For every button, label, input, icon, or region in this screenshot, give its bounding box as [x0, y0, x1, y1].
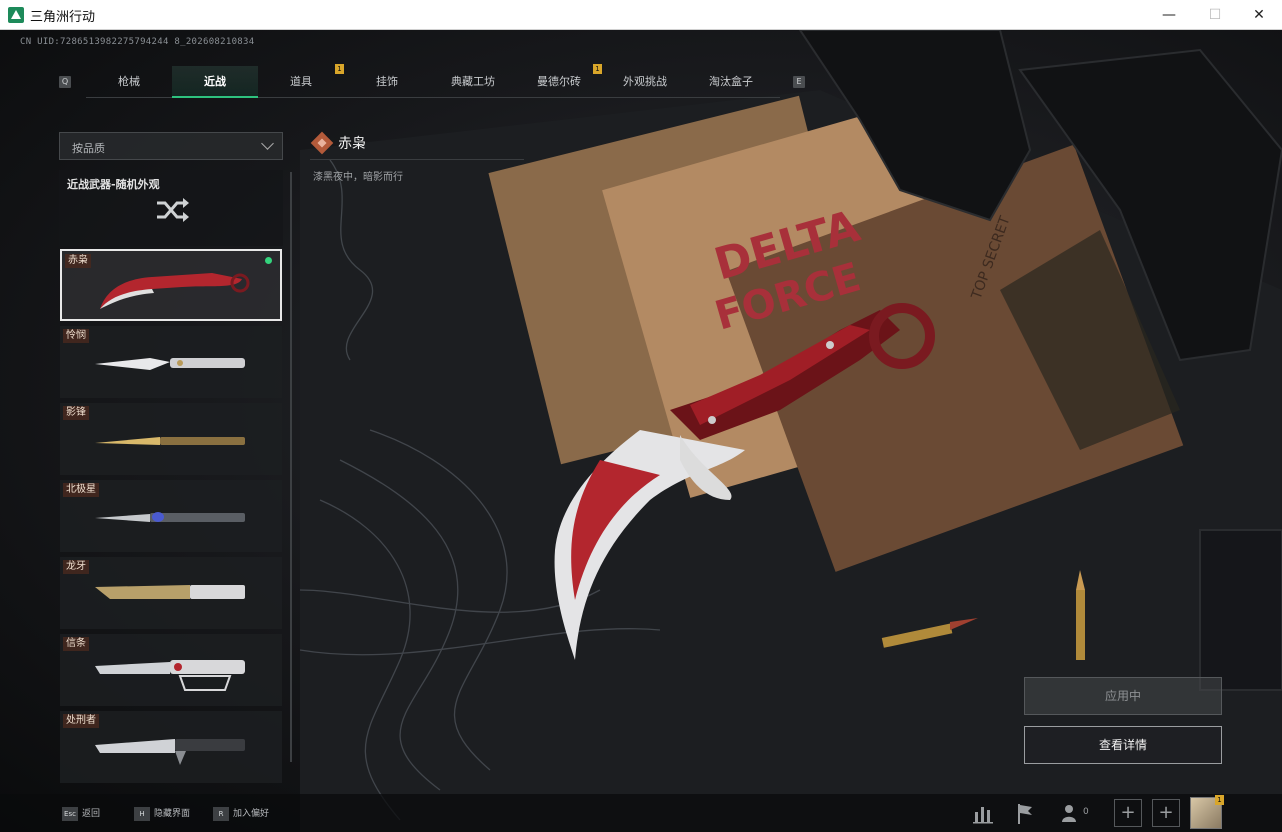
item-name-tag: 怜悯: [63, 329, 89, 343]
stats-icon[interactable]: [968, 798, 998, 828]
window-title: 三角洲行动: [30, 10, 96, 25]
list-item[interactable]: 信条: [60, 634, 282, 706]
knife-thumbnail: [95, 512, 245, 522]
r-key: R: [213, 806, 229, 821]
rarity-icon: [310, 131, 334, 155]
bottom-bar: Esc 返回 H 隐藏界面 R 加入偏好 0 + + 1: [0, 794, 1282, 832]
h-key: H: [134, 806, 150, 821]
friends-count: 0: [1083, 807, 1089, 817]
chevron-down-icon: [261, 137, 274, 150]
back-hint[interactable]: Esc 返回: [62, 806, 100, 822]
sort-label: 按品质: [72, 142, 105, 155]
add-favorite-label: 加入偏好: [233, 809, 270, 819]
knife-thumbnail: [95, 585, 245, 599]
maximize-button[interactable]: ☐: [1192, 0, 1238, 30]
tab-guns[interactable]: 枪械: [86, 66, 172, 98]
knife-thumbnail: [95, 358, 245, 370]
window-titlebar: 三角洲行动 — ☐ ✕: [0, 0, 1282, 30]
tab-next-key[interactable]: E: [793, 76, 805, 88]
view-details-button[interactable]: 查看详情: [1024, 726, 1222, 764]
uid-label: CN UID:7286513982275794244 8_20260821083…: [20, 37, 255, 47]
item-name-tag: 信条: [63, 637, 89, 651]
tab-charms[interactable]: 挂饰: [344, 66, 430, 98]
knife-thumbnail: [95, 437, 245, 445]
equipped-indicator: [265, 257, 272, 264]
sort-dropdown[interactable]: 按品质: [59, 132, 283, 160]
tab-melee[interactable]: 近战: [172, 66, 258, 98]
friends-icon[interactable]: [1056, 798, 1086, 828]
add-favorite-hint[interactable]: R 加入偏好: [213, 806, 269, 822]
hide-ui-hint[interactable]: H 隐藏界面: [134, 806, 190, 822]
item-name-tag: 影锋: [63, 406, 89, 420]
list-item[interactable]: 处刑者: [60, 711, 282, 783]
esc-key: Esc: [62, 806, 78, 821]
shuffle-icon: [157, 198, 189, 222]
hide-ui-label: 隐藏界面: [154, 809, 191, 819]
item-name-tag: 赤枭: [65, 254, 91, 268]
close-button[interactable]: ✕: [1236, 0, 1282, 30]
list-item[interactable]: 怜悯: [60, 326, 282, 398]
in-use-button[interactable]: 应用中: [1024, 677, 1222, 715]
skin-list: 近战武器-随机外观 赤枭 怜悯 影锋 北极星 龙牙 信条 处刑者: [59, 170, 285, 783]
random-skin-title: 近战武器-随机外观: [67, 178, 160, 191]
avatar[interactable]: 1: [1190, 795, 1224, 829]
add-teammate-button-2[interactable]: +: [1152, 799, 1180, 827]
tab-mandel-brick[interactable]: 曼德尔砖 1: [516, 64, 602, 98]
list-item[interactable]: 影锋: [60, 403, 282, 475]
tab-appearance-challenge[interactable]: 外观挑战: [602, 66, 688, 98]
tab-elimination-box[interactable]: 淘汰盒子: [688, 66, 774, 98]
category-tabs: 枪械 近战 道具 1 挂饰 典藏工坊 曼德尔砖 1 外观挑战 淘汰盒子: [86, 64, 780, 98]
game-viewport: DELTA FORCE TOP SECRET CN UID:7286513982…: [0, 30, 1282, 832]
app-logo-icon: [8, 7, 24, 23]
list-item[interactable]: 龙牙: [60, 557, 282, 629]
random-skin-card[interactable]: 近战武器-随机外观: [59, 170, 283, 246]
skin-header: 赤枭: [310, 130, 524, 160]
add-teammate-button[interactable]: +: [1114, 799, 1142, 827]
minimize-button[interactable]: —: [1146, 0, 1192, 30]
skin-description: 漆黑夜中，暗影而行: [313, 172, 403, 183]
skin-name: 赤枭: [338, 136, 366, 152]
knife-thumbnail: [95, 660, 245, 691]
list-item[interactable]: 北极星: [60, 480, 282, 552]
karambit-thumbnail: [100, 273, 250, 309]
list-item[interactable]: 赤枭: [60, 249, 282, 321]
tab-props[interactable]: 道具 1: [258, 64, 344, 98]
tab-collection-workshop[interactable]: 典藏工坊: [430, 66, 516, 98]
new-badge: 1: [335, 64, 344, 74]
flag-icon[interactable]: [1010, 798, 1040, 828]
new-badge: 1: [593, 64, 602, 74]
item-name-tag: 龙牙: [63, 560, 89, 574]
tab-prev-key[interactable]: Q: [59, 76, 71, 88]
back-label: 返回: [82, 809, 101, 819]
list-scrollbar[interactable]: [290, 172, 292, 762]
knife-thumbnail: [95, 739, 245, 765]
avatar-badge: 1: [1215, 795, 1224, 805]
